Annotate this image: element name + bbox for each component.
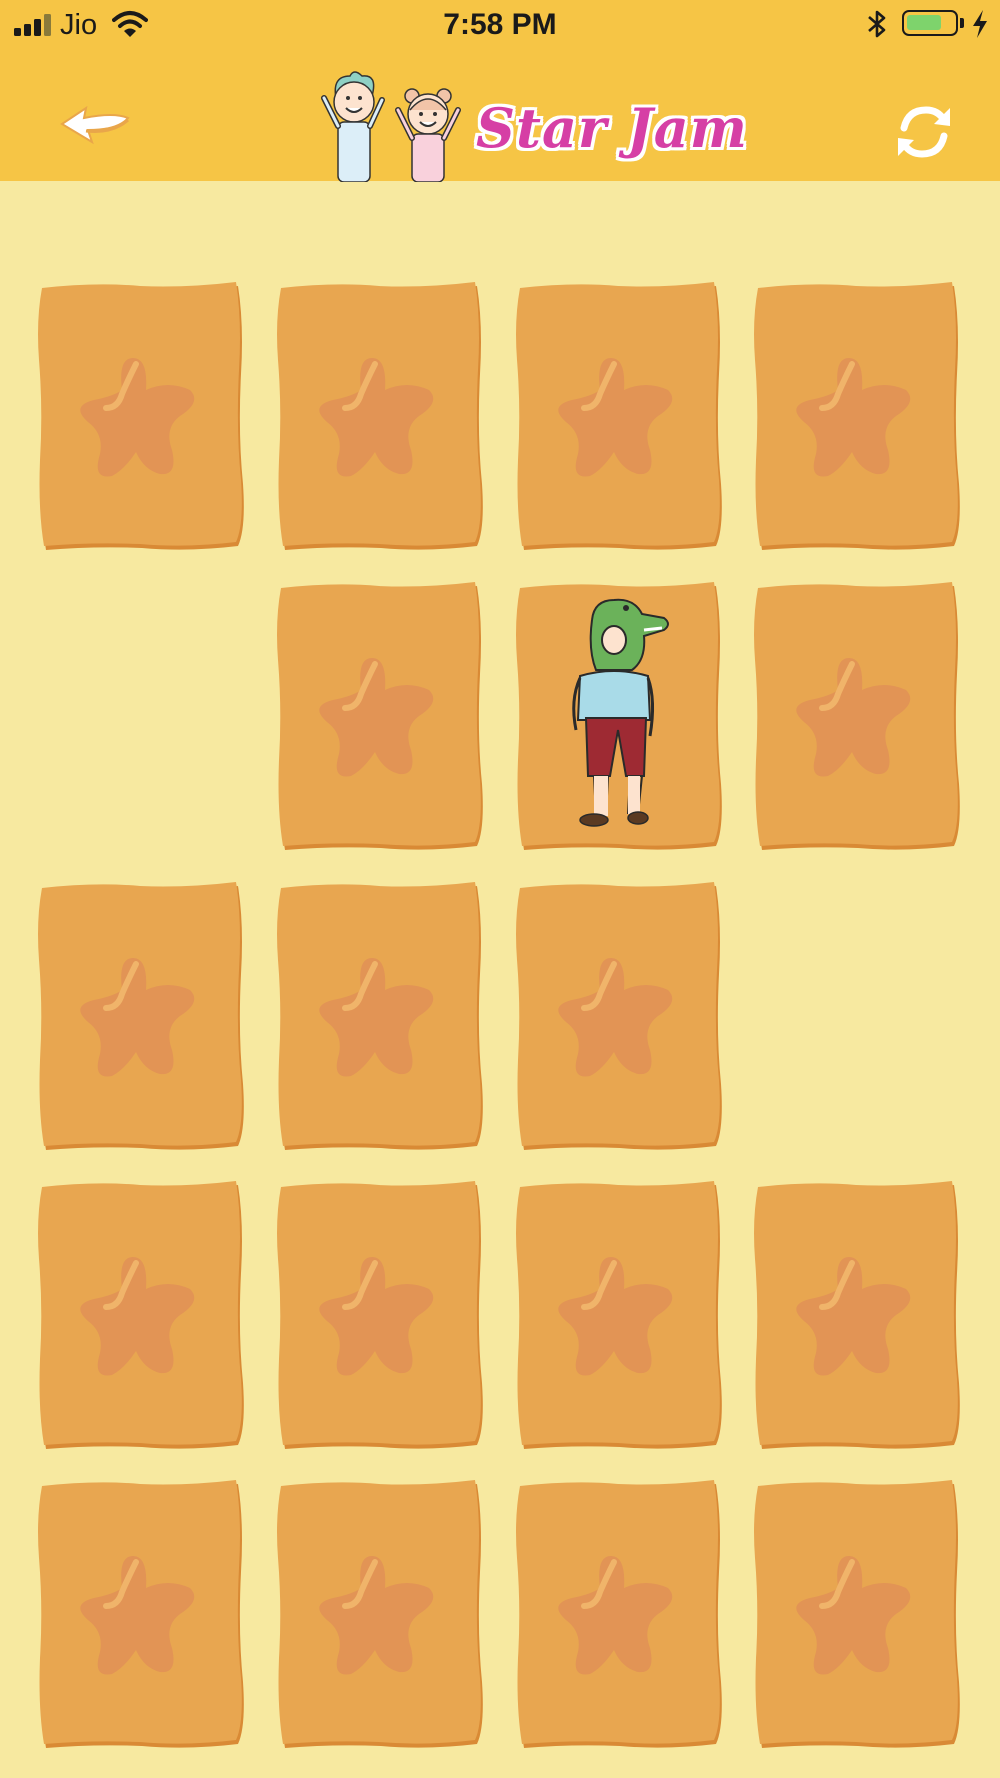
star-icon xyxy=(80,358,195,477)
memory-card[interactable] xyxy=(514,880,722,1150)
status-bar: Jio 7:58 PM xyxy=(0,0,1000,50)
star-icon xyxy=(796,1556,911,1675)
memory-card[interactable] xyxy=(514,280,722,550)
reload-icon xyxy=(900,106,948,158)
status-time: 7:58 PM xyxy=(443,8,557,41)
bluetooth-icon xyxy=(868,10,886,38)
star-icon xyxy=(319,1257,434,1376)
memory-card[interactable] xyxy=(36,1478,244,1748)
memory-card-face-up[interactable] xyxy=(514,580,722,850)
app-header: Jio 7:58 PM Star Jam xyxy=(0,0,1000,182)
crocodile-mask-boy-icon xyxy=(572,598,669,827)
memory-card[interactable] xyxy=(275,1478,483,1748)
memory-card[interactable] xyxy=(752,1478,960,1748)
star-icon xyxy=(319,358,434,477)
battery-icon xyxy=(902,10,958,36)
star-icon xyxy=(319,658,434,777)
memory-card[interactable] xyxy=(752,280,960,550)
star-icon xyxy=(796,658,911,777)
star-icon xyxy=(796,1257,911,1376)
star-icon xyxy=(558,1556,673,1675)
star-icon xyxy=(319,1556,434,1675)
memory-card[interactable] xyxy=(514,1179,722,1449)
memory-card[interactable] xyxy=(275,1179,483,1449)
memory-card[interactable] xyxy=(514,1478,722,1748)
memory-card[interactable] xyxy=(36,280,244,550)
battery-cap xyxy=(960,18,964,28)
star-icon xyxy=(558,1257,673,1376)
memory-card[interactable] xyxy=(36,1179,244,1449)
kids-mascot-icon xyxy=(321,71,461,182)
star-icon xyxy=(558,958,673,1077)
back-arrow-icon xyxy=(60,105,130,145)
memory-card[interactable] xyxy=(36,880,244,1150)
star-icon xyxy=(558,358,673,477)
star-icon xyxy=(80,958,195,1077)
memory-card[interactable] xyxy=(275,580,483,850)
charging-bolt-icon xyxy=(973,10,987,38)
reload-button[interactable] xyxy=(894,102,954,162)
memory-card[interactable] xyxy=(275,280,483,550)
star-icon xyxy=(80,1257,195,1376)
app-title: Star Jam xyxy=(476,96,748,160)
star-icon xyxy=(80,1556,195,1675)
memory-card[interactable] xyxy=(275,880,483,1150)
back-button[interactable] xyxy=(56,100,136,156)
battery-level xyxy=(907,15,941,30)
memory-card[interactable] xyxy=(752,580,960,850)
star-icon xyxy=(319,958,434,1077)
memory-card[interactable] xyxy=(752,1179,960,1449)
star-icon xyxy=(796,358,911,477)
